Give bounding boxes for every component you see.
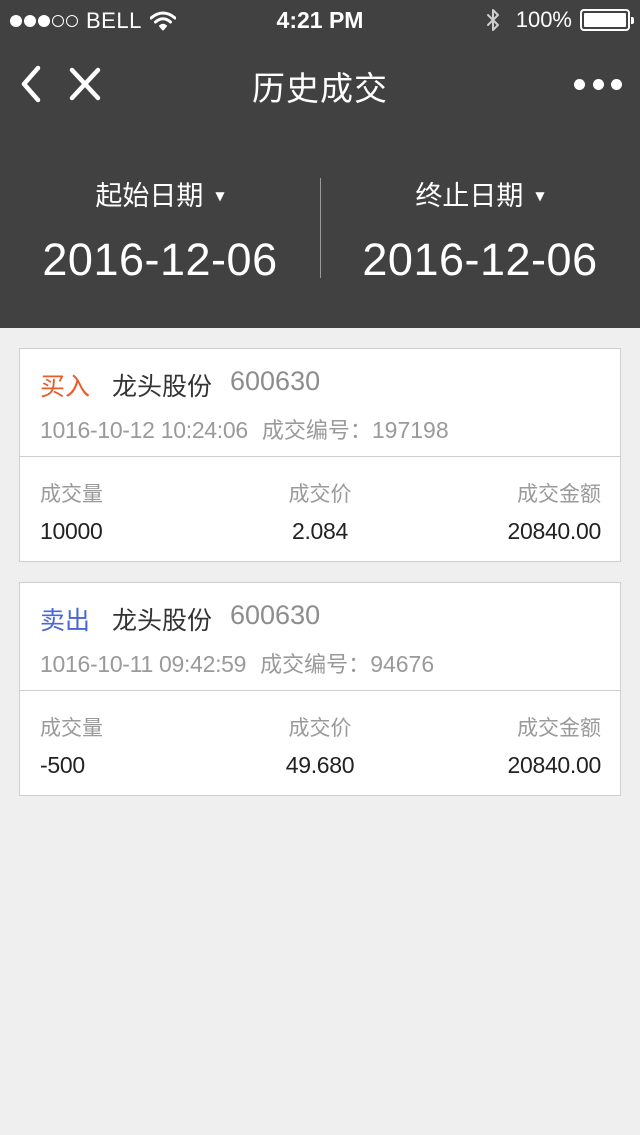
trade-type-buy: 买入 <box>40 372 91 401</box>
status-right: 100% <box>486 7 634 33</box>
trade-type-sell: 卖出 <box>40 606 91 635</box>
price-value: 2.084 <box>291 518 349 544</box>
trade-meta: 1016-10-12 10:24:06 成交编号：197198 <box>40 413 449 445</box>
dropdown-caret-icon: ▼ <box>215 189 225 203</box>
battery-tip <box>631 17 634 24</box>
amount-value: 20840.00 <box>507 518 601 544</box>
status-bar: BELL 4:21 PM 100% <box>0 0 640 40</box>
start-date-label-text: 起始日期 <box>95 181 204 212</box>
trade-no-label: 成交编号： <box>261 419 372 444</box>
battery-percent: 100% <box>515 7 572 32</box>
amount-label: 成交金额 <box>517 482 601 506</box>
stock-code: 600630 <box>230 600 321 630</box>
start-date-picker[interactable]: 起始日期 ▼ 2016-12-06 <box>0 128 320 328</box>
price-label: 成交价 <box>288 482 352 506</box>
trade-time: 1016-10-11 09:42:59 <box>40 651 247 677</box>
amount-value: 20840.00 <box>507 752 601 778</box>
more-dot <box>611 78 622 90</box>
volume-value: -500 <box>40 752 85 778</box>
more-options-icon[interactable] <box>574 70 622 98</box>
end-date-value: 2016-12-06 <box>362 234 598 285</box>
price-label: 成交价 <box>288 716 352 740</box>
battery-icon <box>580 9 634 31</box>
bluetooth-icon <box>486 9 499 31</box>
trade-card-header: 买入 龙头股份 600630 1016-10-12 10:24:06 成交编号：1… <box>20 349 620 457</box>
end-date-label-text: 终止日期 <box>415 181 524 212</box>
end-date-picker[interactable]: 终止日期 ▼ 2016-12-06 <box>320 128 640 328</box>
trade-no-value: 197198 <box>371 417 449 443</box>
end-date-label: 终止日期 ▼ <box>320 174 640 213</box>
start-date-label: 起始日期 ▼ <box>0 174 320 213</box>
volume-label: 成交量 <box>40 716 103 740</box>
trade-card[interactable]: 买入 龙头股份 600630 1016-10-12 10:24:06 成交编号：1… <box>19 348 621 562</box>
trade-meta: 1016-10-11 09:42:59 成交编号：94676 <box>40 647 434 679</box>
battery-fill <box>584 13 626 27</box>
start-date-value: 2016-12-06 <box>42 234 278 285</box>
more-dot <box>574 78 585 90</box>
amount-label: 成交金额 <box>517 716 601 740</box>
trade-no-label: 成交编号： <box>260 653 371 678</box>
trade-no-value: 94676 <box>370 651 435 677</box>
stock-name: 龙头股份 <box>112 372 213 401</box>
stock-name: 龙头股份 <box>112 606 213 635</box>
volume-value: 10000 <box>40 518 103 544</box>
date-range-selector: 起始日期 ▼ 2016-12-06 终止日期 ▼ 2016-12-06 <box>0 128 640 328</box>
stock-code: 600630 <box>230 366 321 396</box>
nav-bar: 历史成交 <box>0 40 640 128</box>
trade-card[interactable]: 卖出 龙头股份 600630 1016-10-11 09:42:59 成交编号：9… <box>19 582 621 796</box>
trade-card-header: 卖出 龙头股份 600630 1016-10-11 09:42:59 成交编号：9… <box>20 583 620 691</box>
more-dot <box>592 78 604 90</box>
trade-time: 1016-10-12 10:24:06 <box>40 417 248 443</box>
trade-card-body: 成交量 成交价 成交金额 -500 49.680 20840.00 <box>20 692 620 796</box>
page-title: 历史成交 <box>252 69 388 108</box>
price-value: 49.680 <box>285 752 355 778</box>
trade-card-body: 成交量 成交价 成交金额 10000 2.084 20840.00 <box>20 458 620 562</box>
dropdown-caret-icon: ▼ <box>535 189 545 203</box>
volume-label: 成交量 <box>40 482 103 506</box>
header-panel: BELL 4:21 PM 100% 历史成交 起始日期 ▼ 2016-12-06… <box>0 0 640 328</box>
